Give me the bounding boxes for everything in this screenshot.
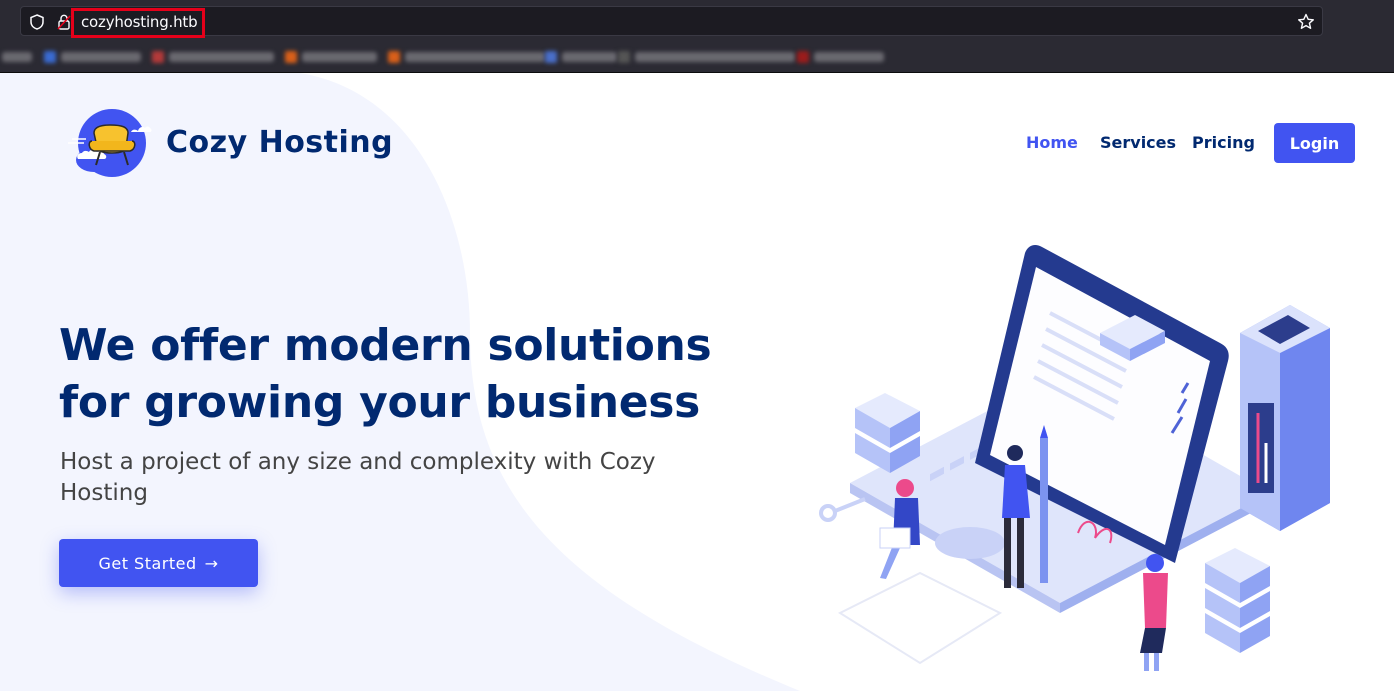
brand-name[interactable]: Cozy Hosting bbox=[166, 125, 393, 160]
bookmark-item[interactable] bbox=[44, 50, 141, 64]
bookmark-item[interactable] bbox=[152, 50, 274, 64]
browser-chrome: cozyhosting.htb bbox=[0, 0, 1394, 73]
hero-title: We offer modern solutions for growing yo… bbox=[59, 317, 739, 431]
nav-pricing[interactable]: Pricing bbox=[1192, 133, 1255, 152]
bookmark-item[interactable] bbox=[545, 50, 617, 64]
page-content: Cozy Hosting Home Services Pricing Login… bbox=[0, 73, 1394, 691]
get-started-button[interactable]: Get Started → bbox=[59, 539, 258, 587]
lock-icon[interactable] bbox=[56, 13, 72, 31]
get-started-label: Get Started bbox=[98, 553, 197, 573]
hero-title-line-2: for growing your business bbox=[59, 377, 701, 428]
bookmark-item[interactable] bbox=[388, 50, 545, 64]
arrow-right-icon: → bbox=[204, 553, 219, 573]
bookmarks-toolbar bbox=[0, 44, 1394, 70]
bookmark-item[interactable] bbox=[618, 50, 795, 64]
logo-icon[interactable] bbox=[64, 105, 156, 181]
shield-icon[interactable] bbox=[28, 13, 46, 31]
nav-home[interactable]: Home bbox=[1026, 133, 1078, 152]
hero-title-line-1: We offer modern solutions bbox=[59, 320, 712, 371]
hero-illustration bbox=[819, 245, 1330, 671]
login-button[interactable]: Login bbox=[1274, 123, 1355, 163]
nav-services[interactable]: Services bbox=[1100, 133, 1176, 152]
bookmark-item[interactable] bbox=[2, 50, 32, 64]
address-bar[interactable]: cozyhosting.htb bbox=[20, 6, 1323, 38]
bookmark-star-icon[interactable] bbox=[1296, 12, 1316, 32]
bookmark-item[interactable] bbox=[797, 50, 884, 64]
bookmark-item[interactable] bbox=[285, 50, 377, 64]
url-text[interactable]: cozyhosting.htb bbox=[81, 13, 198, 31]
hero-subtitle: Host a project of any size and complexit… bbox=[60, 449, 656, 506]
